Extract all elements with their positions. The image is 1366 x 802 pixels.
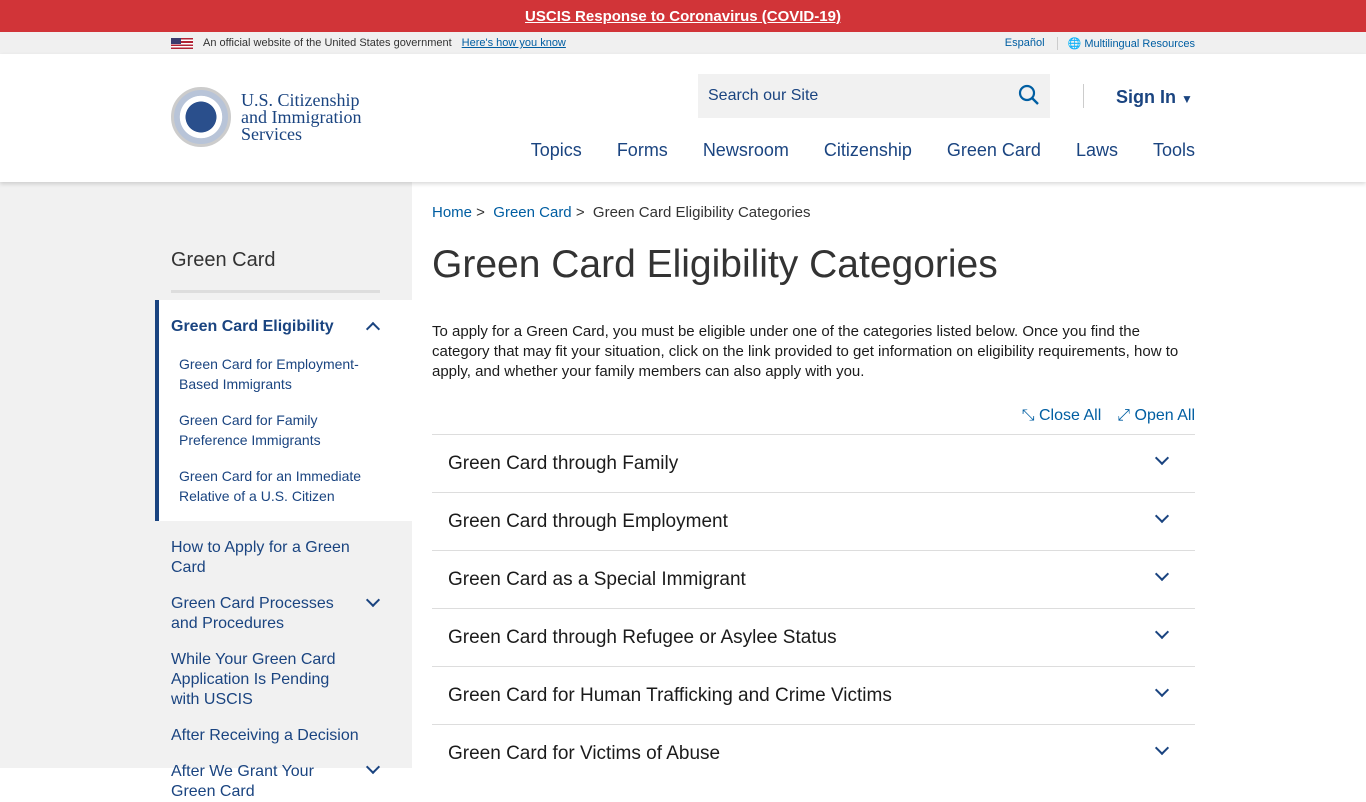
breadcrumb-green-card[interactable]: Green Card bbox=[493, 204, 571, 221]
covid-alert-banner: USCIS Response to Coronavirus (COVID-19) bbox=[0, 0, 1366, 32]
intro-text: To apply for a Green Card, you must be e… bbox=[432, 323, 1179, 380]
sidebar-subitem[interactable]: Green Card for Employment-Based Immigran… bbox=[179, 354, 369, 394]
us-flag-icon bbox=[171, 37, 193, 49]
gov-banner: An official website of the United States… bbox=[0, 32, 1366, 54]
accordion-refugee-asylee[interactable]: Green Card through Refugee or Asylee Sta… bbox=[432, 608, 1195, 666]
accordion-trafficking[interactable]: Green Card for Human Trafficking and Cri… bbox=[432, 666, 1195, 724]
chevron-down-icon bbox=[1154, 740, 1170, 756]
accordion-label: Green Card through Refugee or Asylee Sta… bbox=[448, 627, 837, 648]
nav-laws[interactable]: Laws bbox=[1076, 140, 1118, 161]
sidebar-subitem[interactable]: Green Card for Family Preference Immigra… bbox=[179, 410, 369, 450]
covid-alert-link[interactable]: USCIS Response to Coronavirus (COVID-19) bbox=[525, 8, 841, 25]
chevron-down-icon bbox=[1154, 566, 1170, 582]
sidebar-item[interactable]: How to Apply for a Green Card bbox=[171, 538, 356, 578]
site-header: U.S. Citizenship and Immigration Services … bbox=[0, 54, 1366, 182]
how-you-know-link[interactable]: Here's how you know bbox=[462, 37, 566, 49]
sidebar-subitem[interactable]: Green Card for an Immediate Relative of … bbox=[179, 466, 369, 506]
header-divider bbox=[1083, 84, 1084, 108]
sidebar-item[interactable]: After We Grant Your Green Card bbox=[171, 762, 356, 802]
sidebar-title: Green Card bbox=[171, 249, 276, 271]
sidebar: Green Card Green Card Eligibility Green … bbox=[0, 182, 412, 800]
sidebar-item[interactable]: After Receiving a Decision bbox=[171, 726, 411, 746]
sign-in-label: Sign In bbox=[1116, 87, 1176, 107]
collapse-icon: ⤡ bbox=[1021, 407, 1035, 424]
close-all-button[interactable]: ⤡ Close All bbox=[1022, 407, 1102, 425]
search-icon[interactable] bbox=[1018, 84, 1040, 106]
accordion-label: Green Card as a Special Immigrant bbox=[448, 569, 746, 590]
nav-tools[interactable]: Tools bbox=[1153, 140, 1195, 161]
sidebar-item-green-card-eligibility: Green Card Eligibility Green Card for Em… bbox=[155, 300, 412, 521]
accordion-family[interactable]: Green Card through Family bbox=[432, 434, 1195, 492]
accordion-special-immigrant[interactable]: Green Card as a Special Immigrant bbox=[432, 550, 1195, 608]
search-placeholder: Search our Site bbox=[708, 87, 819, 104]
chevron-down-icon bbox=[1154, 508, 1170, 524]
uscis-logo[interactable]: U.S. Citizenship and Immigration Services bbox=[241, 91, 361, 144]
sidebar-active-label[interactable]: Green Card Eligibility bbox=[171, 318, 334, 336]
accordion-controls: ⤡ Close All ⤢ Open All bbox=[1022, 407, 1195, 425]
nav-newsroom[interactable]: Newsroom bbox=[703, 140, 789, 161]
sidebar-item[interactable]: Green Card Processes and Procedures bbox=[171, 594, 356, 634]
official-text: An official website of the United States… bbox=[203, 37, 452, 49]
espanol-link[interactable]: Español bbox=[1005, 37, 1045, 50]
search-input[interactable]: Search our Site bbox=[698, 74, 1050, 118]
sidebar-item[interactable]: While Your Green Card Application Is Pen… bbox=[171, 650, 356, 710]
close-all-label: Close All bbox=[1039, 407, 1102, 424]
open-all-label: Open All bbox=[1134, 407, 1195, 424]
chevron-down-icon bbox=[1154, 624, 1170, 640]
nav-green-card[interactable]: Green Card bbox=[947, 140, 1041, 161]
breadcrumb-current: Green Card Eligibility Categories bbox=[592, 204, 811, 221]
chevron-down-icon bbox=[1154, 450, 1170, 466]
accordion-label: Green Card for Victims of Abuse bbox=[448, 743, 721, 764]
chevron-down-icon[interactable] bbox=[365, 759, 381, 775]
logo-line: Services bbox=[241, 124, 302, 144]
accordion-label: Green Card for Human Trafficking and Cri… bbox=[448, 685, 892, 706]
expand-icon: ⤢ bbox=[1117, 407, 1131, 424]
accordion-abuse[interactable]: Green Card for Victims of Abuse bbox=[432, 724, 1195, 782]
accordion-label: Green Card through Family bbox=[448, 453, 679, 474]
main-nav: Topics Forms Newsroom Citizenship Green … bbox=[531, 140, 1195, 161]
multilingual-link[interactable]: 🌐 Multilingual Resources bbox=[1056, 37, 1195, 50]
chevron-down-icon bbox=[1154, 682, 1170, 698]
caret-down-icon: ▼ bbox=[1181, 92, 1193, 106]
sign-in-button[interactable]: Sign In ▼ bbox=[1116, 87, 1193, 108]
open-all-button[interactable]: ⤢ Open All bbox=[1117, 407, 1195, 425]
nav-citizenship[interactable]: Citizenship bbox=[824, 140, 912, 161]
breadcrumb-home[interactable]: Home bbox=[432, 204, 472, 221]
nav-forms[interactable]: Forms bbox=[617, 140, 668, 161]
chevron-up-icon[interactable] bbox=[365, 321, 381, 337]
page-title: Green Card Eligibility Categories bbox=[432, 243, 998, 286]
accordion-label: Green Card through Employment bbox=[448, 511, 728, 532]
chevron-down-icon[interactable] bbox=[365, 592, 381, 608]
accordion-employment[interactable]: Green Card through Employment bbox=[432, 492, 1195, 550]
dhs-seal-logo[interactable] bbox=[171, 87, 231, 147]
nav-topics[interactable]: Topics bbox=[531, 140, 582, 161]
sidebar-divider bbox=[171, 290, 380, 293]
breadcrumb: Home > Green Card > Green Card Eligibili… bbox=[432, 204, 811, 221]
multilingual-label: Multilingual Resources bbox=[1084, 38, 1195, 50]
